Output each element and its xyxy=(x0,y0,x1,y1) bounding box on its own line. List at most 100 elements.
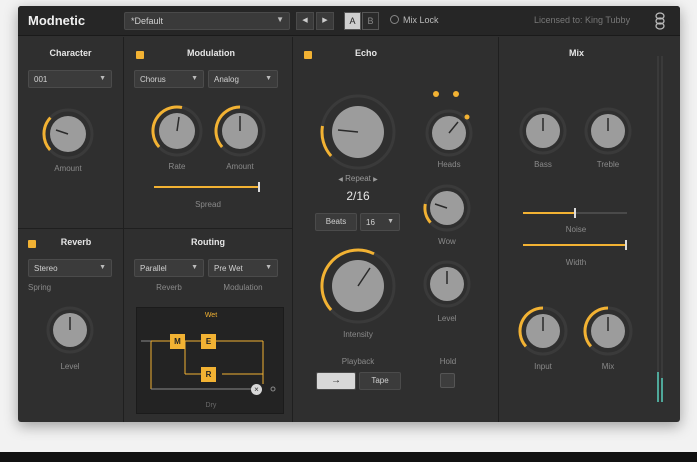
routing-order-value: Pre Wet xyxy=(214,264,243,273)
chevron-down-icon: ▼ xyxy=(99,75,106,82)
routing-dry-label: Dry xyxy=(205,402,217,409)
spread-slider-handle[interactable] xyxy=(258,182,260,192)
echo-repeat-value: 2/16 xyxy=(346,189,370,203)
reverb-type-dropdown[interactable]: Stereo ▼ xyxy=(28,259,112,277)
reverb-title: Reverb xyxy=(60,237,92,247)
output-meter-level-left xyxy=(657,372,659,402)
preset-next-button[interactable]: ▶ xyxy=(316,12,334,30)
echo-repeat-selector: ◀ Repeat ▶ xyxy=(328,174,388,183)
divider xyxy=(18,228,292,229)
modulation-enable-led[interactable] xyxy=(136,51,144,59)
routing-node-reverb: R xyxy=(201,367,216,382)
ab-b-button[interactable]: B xyxy=(362,12,379,30)
output-meter-level-right xyxy=(661,378,663,402)
echo-enable-led[interactable] xyxy=(304,51,312,59)
character-title: Character xyxy=(49,48,92,58)
echo-beats-dropdown[interactable]: 16 ▼ xyxy=(360,213,400,231)
echo-hold-toggle[interactable] xyxy=(440,373,455,388)
reverb-level-knob[interactable] xyxy=(45,305,95,355)
mix-noise-label: Noise xyxy=(565,225,587,234)
reverb-spring-label: Spring xyxy=(28,283,52,292)
chevron-down-icon: ▼ xyxy=(99,264,106,271)
modulation-rate-label: Rate xyxy=(168,162,186,171)
modulation-type-value: Chorus xyxy=(140,75,166,84)
mix-lock-toggle[interactable]: Mix Lock xyxy=(390,15,439,25)
routing-sum-icon: × xyxy=(251,384,262,395)
preset-prev-button[interactable]: ◀ xyxy=(296,12,314,30)
routing-title: Routing xyxy=(191,237,225,247)
character-model-dropdown[interactable]: 001 ▼ xyxy=(28,70,112,88)
modulation-amount-label: Amount xyxy=(226,162,254,171)
mix-title: Mix xyxy=(568,48,584,58)
routing-reverb-label: Reverb xyxy=(156,283,182,292)
mix-lock-label: Mix Lock xyxy=(403,15,439,25)
chevron-down-icon: ▼ xyxy=(191,264,198,271)
echo-beats-value: 16 xyxy=(366,218,375,227)
logo-icon xyxy=(655,12,665,30)
divider xyxy=(123,37,124,422)
mix-input-knob[interactable] xyxy=(516,304,570,358)
chevron-down-icon: ▼ xyxy=(387,218,394,225)
mix-mix-knob[interactable] xyxy=(581,304,635,358)
echo-title: Echo xyxy=(354,48,377,58)
character-model-value: 001 xyxy=(34,75,48,84)
mix-bass-knob[interactable] xyxy=(518,106,568,156)
preset-name: *Default xyxy=(131,16,164,26)
echo-heads-knob[interactable] xyxy=(424,108,474,158)
mix-treble-knob[interactable] xyxy=(583,106,633,156)
repeat-next-button[interactable]: ▶ xyxy=(373,177,378,183)
echo-wow-label: Wow xyxy=(438,237,456,246)
mix-mix-label: Mix xyxy=(601,362,615,371)
license-text: Licensed to: King Tubby xyxy=(534,15,631,25)
width-slider-fill xyxy=(523,244,627,246)
repeat-prev-button[interactable]: ◀ xyxy=(338,177,343,183)
echo-intensity-label: Intensity xyxy=(343,330,373,339)
echo-beats-button[interactable]: Beats xyxy=(315,213,357,231)
mix-width-label: Width xyxy=(565,258,587,267)
divider xyxy=(292,37,293,422)
ab-a-button[interactable]: A xyxy=(344,12,361,30)
mix-treble-label: Treble xyxy=(596,160,620,169)
echo-repeat-knob[interactable] xyxy=(316,90,400,174)
chevron-down-icon: ▼ xyxy=(265,264,272,271)
routing-node-echo: E xyxy=(201,334,216,349)
echo-repeat-label: Repeat xyxy=(345,174,371,183)
noise-slider-handle[interactable] xyxy=(574,208,576,218)
chevron-down-icon: ▼ xyxy=(276,15,284,24)
bottom-bar xyxy=(0,452,697,462)
echo-heads-label: Heads xyxy=(437,160,461,169)
modulation-rate-knob[interactable] xyxy=(149,103,205,159)
echo-wow-knob[interactable] xyxy=(421,182,473,234)
routing-node-modulation: M xyxy=(170,334,185,349)
modulation-type-dropdown[interactable]: Chorus ▼ xyxy=(134,70,204,88)
playback-tape-button[interactable]: Tape xyxy=(359,372,401,390)
echo-level-knob[interactable] xyxy=(422,259,472,309)
width-slider-handle[interactable] xyxy=(625,240,627,250)
preset-dropdown[interactable]: *Default ▼ xyxy=(124,12,290,30)
echo-intensity-knob[interactable] xyxy=(316,244,400,328)
divider xyxy=(498,37,499,422)
modulation-style-value: Analog xyxy=(214,75,239,84)
modulation-style-dropdown[interactable]: Analog ▼ xyxy=(208,70,278,88)
top-bar: Modnetic *Default ▼ ◀ ▶ A B Mix Lock Lic… xyxy=(18,6,680,36)
noise-slider-track xyxy=(575,212,627,214)
reverb-enable-led[interactable] xyxy=(28,240,36,248)
noise-slider-fill xyxy=(523,212,575,214)
chevron-down-icon: ▼ xyxy=(191,75,198,82)
routing-signal-paths xyxy=(141,340,276,392)
reverb-level-label: Level xyxy=(60,362,80,371)
character-amount-knob[interactable] xyxy=(40,106,96,162)
routing-diagram: Wet M E R × Dry xyxy=(136,307,284,414)
output-meter-right xyxy=(661,56,663,402)
modnetic-plugin-window: Modnetic *Default ▼ ◀ ▶ A B Mix Lock Lic… xyxy=(18,6,680,422)
routing-modulation-label: Modulation xyxy=(223,283,263,292)
output-meter-left xyxy=(657,56,659,402)
routing-order-dropdown[interactable]: Pre Wet ▼ xyxy=(208,259,278,277)
modulation-amount-knob[interactable] xyxy=(212,103,268,159)
mix-lock-radio[interactable] xyxy=(390,15,399,24)
reverb-type-value: Stereo xyxy=(34,264,58,273)
echo-level-label: Level xyxy=(437,314,457,323)
routing-mode-dropdown[interactable]: Parallel ▼ xyxy=(134,259,204,277)
playback-forward-button[interactable]: → xyxy=(316,372,356,390)
app-title: Modnetic xyxy=(28,13,86,28)
